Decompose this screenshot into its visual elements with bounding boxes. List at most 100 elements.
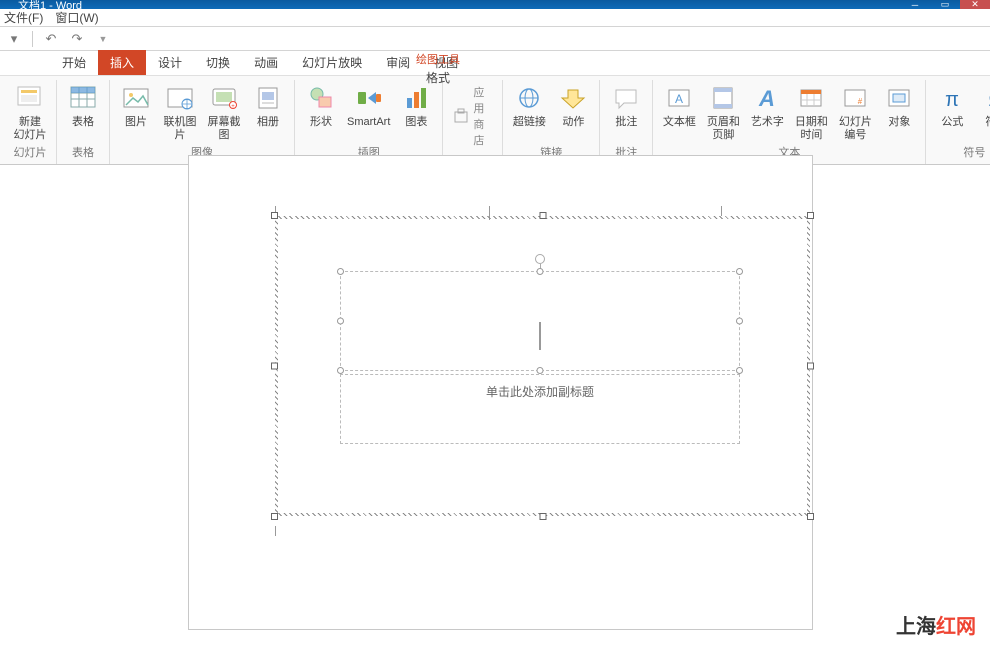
headerfooter-button[interactable]: 页眉和页脚 bbox=[703, 80, 743, 143]
hyperlink-label: 超链接 bbox=[513, 116, 546, 129]
symbol-label: 符号 bbox=[985, 116, 990, 129]
slidenum-icon: # bbox=[839, 82, 871, 114]
hyperlink-icon bbox=[513, 82, 545, 114]
screenshot-button[interactable]: +屏幕截图 bbox=[204, 80, 244, 143]
picture-button[interactable]: 图片 bbox=[116, 80, 156, 131]
maximize-button[interactable]: ▭ bbox=[930, 0, 960, 9]
wordart-label: 艺术字 bbox=[751, 116, 784, 129]
action-button[interactable]: 动作 bbox=[553, 80, 593, 131]
hyperlink-button[interactable]: 超链接 bbox=[509, 80, 549, 131]
online-picture-button[interactable]: 联机图片 bbox=[160, 80, 200, 143]
resize-handle-n[interactable] bbox=[539, 212, 546, 219]
store-label: 应用商店 bbox=[473, 84, 492, 148]
window-controls: ─ ▭ ✕ bbox=[900, 0, 990, 9]
store-button[interactable]: 应用商店 bbox=[449, 82, 496, 150]
table-button[interactable]: 表格 bbox=[63, 80, 103, 131]
title-bar: 文档1 - Word ─ ▭ ✕ bbox=[0, 0, 990, 9]
group-slides: 新建 幻灯片 幻灯片 bbox=[4, 80, 57, 164]
group-symbols-label: 符号 bbox=[932, 144, 990, 162]
smartart-button[interactable]: SmartArt bbox=[345, 80, 392, 131]
resize-handle-se[interactable] bbox=[807, 513, 814, 520]
sel-handle[interactable] bbox=[736, 367, 743, 374]
new-slide-label: 新建 幻灯片 bbox=[14, 116, 47, 141]
smartart-icon bbox=[353, 82, 385, 114]
new-slide-button[interactable]: 新建 幻灯片 bbox=[10, 80, 50, 143]
online-picture-icon bbox=[164, 82, 196, 114]
group-text: A文本框 页眉和页脚 A艺术字 日期和时间 #幻灯片 编号 对象 文本 bbox=[653, 80, 926, 164]
text-cursor bbox=[540, 322, 541, 350]
headerfooter-label: 页眉和页脚 bbox=[705, 116, 741, 141]
qat-dropdown-icon[interactable]: ▼ bbox=[95, 31, 111, 47]
album-label: 相册 bbox=[257, 116, 279, 129]
group-addins: 应用商店 我的应用 ▾ 加载项 bbox=[443, 80, 503, 164]
subtitle-placeholder[interactable]: 单击此处添加副标题 bbox=[340, 374, 740, 444]
watermark-text-a: 上海 bbox=[896, 616, 936, 638]
headerfooter-icon bbox=[707, 82, 739, 114]
sel-handle[interactable] bbox=[537, 268, 544, 275]
datetime-label: 日期和时间 bbox=[793, 116, 829, 141]
resize-handle-nw[interactable] bbox=[271, 212, 278, 219]
datetime-button[interactable]: 日期和时间 bbox=[791, 80, 831, 143]
resize-handle-sw[interactable] bbox=[271, 513, 278, 520]
equation-button[interactable]: π 公式 bbox=[932, 80, 972, 131]
datetime-icon bbox=[795, 82, 827, 114]
subtitle-prompt: 单击此处添加副标题 bbox=[341, 383, 739, 400]
slidenum-button[interactable]: #幻灯片 编号 bbox=[835, 80, 875, 143]
sel-handle[interactable] bbox=[337, 268, 344, 275]
comment-button[interactable]: 批注 bbox=[606, 80, 646, 131]
tab-design[interactable]: 设计 bbox=[146, 50, 194, 75]
comment-label: 批注 bbox=[615, 116, 637, 129]
embedded-slide-object[interactable]: 单击此处添加副标题 bbox=[275, 216, 810, 516]
group-tables: 表格 表格 bbox=[57, 80, 110, 164]
slidenum-label: 幻灯片 编号 bbox=[839, 116, 872, 141]
action-label: 动作 bbox=[562, 116, 584, 129]
title-placeholder[interactable] bbox=[340, 271, 740, 371]
object-icon bbox=[883, 82, 915, 114]
resize-handle-s[interactable] bbox=[539, 513, 546, 520]
redo-icon[interactable]: ↷ bbox=[69, 31, 85, 47]
tab-animations[interactable]: 动画 bbox=[242, 50, 290, 75]
shapes-button[interactable]: 形状 bbox=[301, 80, 341, 131]
undo-icon[interactable]: ↶ bbox=[43, 31, 59, 47]
tab-home[interactable]: 开始 bbox=[50, 50, 98, 75]
tab-transitions[interactable]: 切换 bbox=[194, 50, 242, 75]
ruler-tick bbox=[721, 206, 722, 216]
tab-slideshow[interactable]: 幻灯片放映 bbox=[290, 50, 374, 75]
sel-handle[interactable] bbox=[736, 268, 743, 275]
watermark: 上海红网 bbox=[896, 610, 976, 639]
group-tables-label: 表格 bbox=[63, 144, 103, 162]
object-button[interactable]: 对象 bbox=[879, 80, 919, 131]
picture-icon bbox=[120, 82, 152, 114]
sel-handle[interactable] bbox=[736, 318, 743, 325]
editing-canvas[interactable]: 单击此处添加副标题 bbox=[0, 165, 990, 647]
equation-label: 公式 bbox=[941, 116, 963, 129]
online-picture-label: 联机图片 bbox=[162, 116, 198, 141]
resize-handle-ne[interactable] bbox=[807, 212, 814, 219]
album-button[interactable]: 相册 bbox=[248, 80, 288, 131]
screenshot-icon: + bbox=[208, 82, 240, 114]
window-title: 文档1 - Word bbox=[18, 0, 82, 13]
close-button[interactable]: ✕ bbox=[960, 0, 990, 9]
textbox-button[interactable]: A文本框 bbox=[659, 80, 699, 131]
tab-insert[interactable]: 插入 bbox=[98, 50, 146, 75]
qat-customize-icon[interactable]: ▾ bbox=[6, 31, 22, 47]
sel-handle[interactable] bbox=[337, 318, 344, 325]
sel-handle[interactable] bbox=[337, 367, 344, 374]
sel-handle[interactable] bbox=[537, 367, 544, 374]
resize-handle-w[interactable] bbox=[271, 363, 278, 370]
symbol-icon: Ω bbox=[980, 82, 990, 114]
picture-label: 图片 bbox=[125, 116, 147, 129]
object-label: 对象 bbox=[888, 116, 910, 129]
rotate-handle[interactable] bbox=[535, 254, 545, 264]
store-icon bbox=[453, 108, 469, 124]
symbol-button[interactable]: Ω 符号 bbox=[976, 80, 990, 131]
menu-bar: 文件(F) 窗口(W) bbox=[0, 9, 990, 27]
tab-format[interactable]: 格式 bbox=[410, 67, 466, 88]
wordart-button[interactable]: A 艺术字 bbox=[747, 80, 787, 131]
equation-icon: π bbox=[936, 82, 968, 114]
table-label: 表格 bbox=[72, 116, 94, 129]
group-comments: 批注 批注 bbox=[600, 80, 653, 164]
svg-text:A: A bbox=[758, 86, 775, 111]
minimize-button[interactable]: ─ bbox=[900, 0, 930, 9]
resize-handle-e[interactable] bbox=[807, 363, 814, 370]
